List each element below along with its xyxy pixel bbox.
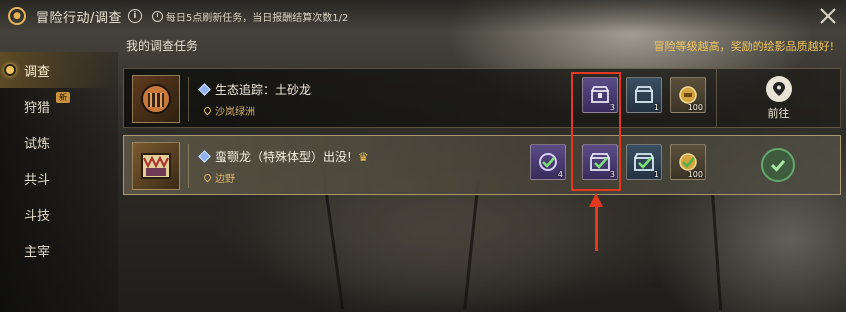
sidebar-item-hunt[interactable]: 狩猎 新: [0, 88, 118, 124]
go-button[interactable]: 前往: [716, 69, 840, 127]
monster-portrait: [132, 142, 180, 190]
clock-icon: [151, 10, 163, 22]
reward-count: 4: [557, 170, 563, 179]
annotation-arrow-shaft: [595, 205, 598, 251]
reward-item[interactable]: 1: [626, 144, 662, 180]
reward-count: 1: [653, 103, 659, 112]
active-indicator-icon: [4, 64, 16, 76]
sidebar-item-label: 主宰: [24, 244, 51, 260]
completed-status: [716, 136, 840, 194]
quest-title-text: 生态追踪：土砂龙: [215, 83, 312, 97]
go-button-label: 前往: [767, 106, 790, 120]
reward-count: 1: [653, 170, 659, 179]
quest-title: 生态追踪：土砂龙: [198, 81, 312, 98]
sidebar-item-label: 试炼: [24, 136, 51, 152]
sidebar-item-label: 狩猎: [24, 100, 51, 116]
sidebar: 调查 狩猎 新 试炼 共斗 斗技 主宰: [0, 52, 118, 312]
annotation-highlight-box: [571, 72, 621, 191]
header-bar: ● 冒险行动/调查 i 每日5点刷新任务，当日报酬结算次数1/2: [0, 0, 846, 32]
info-icon[interactable]: i: [127, 9, 142, 23]
reward-item[interactable]: 100: [670, 144, 706, 180]
map-pin-icon: [765, 75, 792, 102]
location-pin-icon: [202, 172, 213, 183]
reward-item[interactable]: 100: [670, 77, 706, 113]
reward-count: 100: [687, 170, 703, 179]
purple-orb-check-icon: [539, 153, 557, 171]
sidebar-item-coop[interactable]: 共斗: [0, 160, 118, 196]
sidebar-item-label: 斗技: [24, 208, 51, 224]
paw-icon: ●: [8, 7, 26, 25]
completed-check-icon: [761, 148, 795, 182]
diamond-icon: [198, 83, 211, 96]
reward-count: 100: [687, 103, 703, 112]
row-divider: [188, 77, 189, 121]
sidebar-item-arena[interactable]: 斗技: [0, 196, 118, 232]
sidebar-item-trial[interactable]: 试炼: [0, 124, 118, 160]
monster-portrait: [132, 75, 180, 123]
reward-item[interactable]: 1: [626, 77, 662, 113]
quest-row[interactable]: 生态追踪：土砂龙 沙岚绿洲 3 1 100 前往: [123, 68, 841, 128]
monster-claw-icon: [141, 84, 171, 114]
quest-location-text: 沙岚绿洲: [215, 107, 255, 118]
monster-jaw-icon: [141, 153, 171, 179]
sidebar-item-label: 共斗: [24, 172, 51, 188]
quest-title: 蛮颚龙（特殊体型）出没! ♛: [198, 148, 369, 165]
quest-location-text: 边野: [215, 174, 235, 185]
blue-chest-check-icon: [634, 153, 654, 171]
close-button[interactable]: [818, 6, 838, 26]
refresh-notice: 每日5点刷新任务，当日报酬结算次数1/2: [151, 9, 349, 24]
diamond-icon: [198, 150, 211, 163]
quest-location: 边野: [202, 170, 235, 185]
quest-row[interactable]: 蛮颚龙（特殊体型）出没! ♛ 边野 4 3 1 100: [123, 135, 841, 195]
quality-hint: 冒险等级越高，奖励的绘影品质越好!: [653, 40, 834, 53]
refresh-text: 每日5点刷新任务，当日报酬结算次数1/2: [165, 12, 349, 24]
sidebar-item-dominate[interactable]: 主宰: [0, 232, 118, 268]
location-pin-icon: [202, 105, 213, 116]
quest-title-text: 蛮颚龙（特殊体型）出没!: [215, 150, 352, 164]
crown-icon: ♛: [357, 149, 369, 164]
blue-chest-icon: [635, 86, 653, 103]
section-title: 我的调查任务: [126, 39, 199, 53]
new-badge: 新: [56, 92, 70, 103]
reward-item[interactable]: 4: [530, 144, 566, 180]
close-icon: [820, 8, 836, 24]
sidebar-item-label: 调查: [24, 64, 51, 80]
quest-location: 沙岚绿洲: [202, 103, 255, 118]
page-title: 冒险行动/调查: [36, 10, 122, 26]
row-divider: [188, 144, 189, 188]
sidebar-item-investigate[interactable]: 调查: [0, 52, 118, 88]
